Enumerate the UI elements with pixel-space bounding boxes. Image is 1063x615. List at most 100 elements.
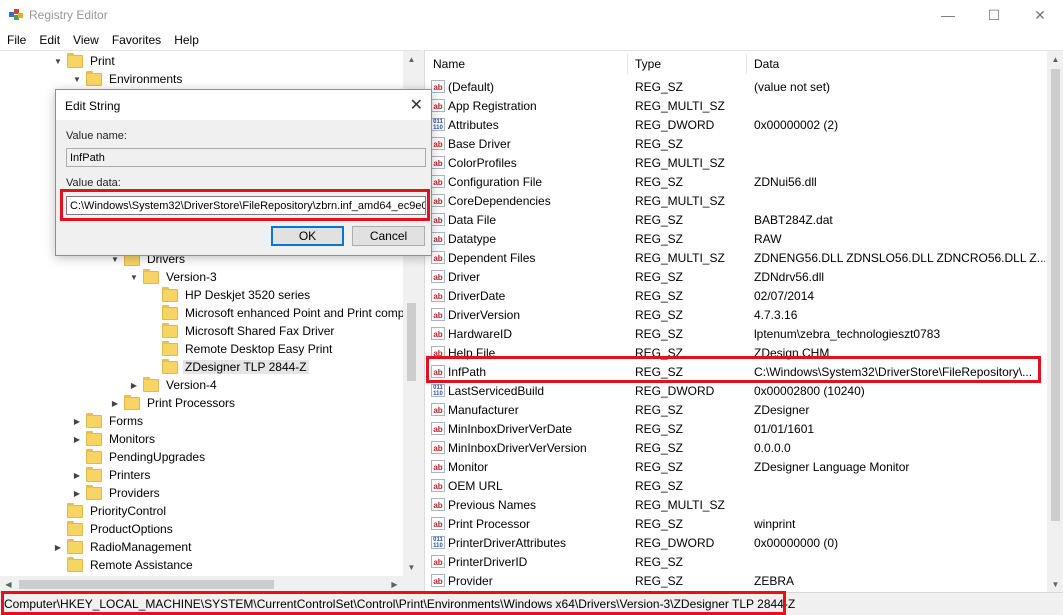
- tree-node[interactable]: ProductOptions: [53, 520, 175, 538]
- scroll-down-arrow-icon[interactable]: ▼: [403, 559, 420, 576]
- tree-node[interactable]: HP Deskjet 3520 series: [148, 286, 312, 304]
- menu-view[interactable]: View: [66, 33, 105, 47]
- chevron-right-icon[interactable]: ▶: [129, 380, 139, 390]
- close-button[interactable]: ✕: [1017, 0, 1063, 30]
- tree-node[interactable]: ▶ Printers: [72, 466, 152, 484]
- chevron-right-icon[interactable]: ▶: [72, 434, 82, 444]
- tree-node[interactable]: ▶ Version-4: [129, 376, 219, 394]
- value-row[interactable]: ab Manufacturer REG_SZ ZDesigner: [425, 400, 1049, 419]
- value-row[interactable]: 011 110 LastServicedBuild REG_DWORD 0x000028…: [425, 381, 1049, 400]
- tree-node[interactable]: ▶ Monitors: [72, 430, 157, 448]
- tree-node[interactable]: ▼ Version-3: [129, 268, 219, 286]
- column-header-data[interactable]: Data: [746, 54, 1046, 74]
- value-row[interactable]: ab Monitor REG_SZ ZDesigner Language Monito…: [425, 457, 1049, 476]
- value-row[interactable]: ab (Default) REG_SZ (value not set): [425, 77, 1049, 96]
- menu-file[interactable]: File: [0, 33, 32, 47]
- value-row[interactable]: ab Driver REG_SZ ZDNdrv56.dll: [425, 267, 1049, 286]
- value-name: App Registration: [448, 98, 537, 113]
- value-row[interactable]: ab Previous Names REG_MULTI_SZ: [425, 495, 1049, 514]
- menu-help[interactable]: Help: [167, 33, 205, 47]
- scroll-down-arrow-icon[interactable]: ▼: [1047, 576, 1063, 592]
- chevron-down-icon[interactable]: ▼: [129, 272, 139, 282]
- chevron-right-icon[interactable]: ▶: [72, 416, 82, 426]
- tree-node[interactable]: Remote Assistance: [53, 556, 195, 574]
- chevron-down-icon[interactable]: ▼: [53, 56, 63, 66]
- tree-node[interactable]: ZDesigner TLP 2844-Z: [148, 358, 309, 376]
- ok-button[interactable]: OK: [271, 226, 344, 246]
- tree-node[interactable]: ▼ Print: [53, 52, 117, 70]
- scroll-left-arrow-icon[interactable]: ◀: [0, 576, 17, 592]
- tree-node[interactable]: ▶ Print Processors: [110, 394, 237, 412]
- tree-node[interactable]: PendingUpgrades: [72, 448, 207, 466]
- scroll-up-arrow-icon[interactable]: ▲: [403, 51, 420, 68]
- tree-node[interactable]: ▶ Forms: [72, 412, 145, 430]
- tree-node[interactable]: PriorityControl: [53, 502, 168, 520]
- chevron-right-icon[interactable]: ▶: [72, 470, 82, 480]
- string-value-icon: ab: [431, 498, 445, 511]
- values-pane[interactable]: Name Type Data ab (Default) REG_SZ (value n…: [424, 50, 1063, 592]
- value-row[interactable]: ab ColorProfiles REG_MULTI_SZ: [425, 153, 1049, 172]
- maximize-button[interactable]: ☐: [971, 0, 1017, 30]
- value-row[interactable]: ab Help File REG_SZ ZDesign.CHM: [425, 343, 1049, 362]
- menu-edit[interactable]: Edit: [32, 33, 66, 47]
- value-row[interactable]: ab DriverVersion REG_SZ 4.7.3.16: [425, 305, 1049, 324]
- values-scroll-thumb[interactable]: [1051, 69, 1060, 521]
- tree-node[interactable]: ▶ Providers: [72, 484, 162, 502]
- chevron-down-icon[interactable]: ▼: [72, 74, 82, 84]
- value-row[interactable]: 011 110 Attributes REG_DWORD 0x00000002 (2): [425, 115, 1049, 134]
- value-type: REG_SZ: [635, 307, 684, 322]
- tree-node[interactable]: Microsoft Shared Fax Driver: [148, 322, 336, 340]
- value-row[interactable]: ab DriverDate REG_SZ 02/07/2014: [425, 286, 1049, 305]
- minimize-button[interactable]: —: [925, 0, 971, 30]
- folder-icon: [86, 430, 102, 446]
- value-row[interactable]: ab PrinterDriverID REG_SZ: [425, 552, 1049, 571]
- chevron-right-icon[interactable]: ▶: [53, 542, 63, 552]
- value-name-cell: ab DriverDate: [431, 286, 625, 305]
- value-row[interactable]: ab CoreDependencies REG_MULTI_SZ: [425, 191, 1049, 210]
- chevron-right-icon[interactable]: ▶: [72, 488, 82, 498]
- value-row[interactable]: ab Print Processor REG_SZ winprint: [425, 514, 1049, 533]
- value-data: ZEBRA: [754, 573, 795, 588]
- tree-horizontal-scrollbar[interactable]: ◀ ▶: [0, 576, 420, 592]
- value-row[interactable]: ab Base Driver REG_SZ: [425, 134, 1049, 153]
- value-row[interactable]: ab App Registration REG_MULTI_SZ: [425, 96, 1049, 115]
- value-row[interactable]: ab HardwareID REG_SZ lptenum\zebra_technolo…: [425, 324, 1049, 343]
- value-row[interactable]: ab MinInboxDriverVerVersion REG_SZ 0.0.0.0: [425, 438, 1049, 457]
- value-type: REG_SZ: [635, 288, 684, 303]
- string-value-icon: ab: [431, 137, 445, 150]
- value-data: lptenum\zebra_technologieszt0783: [754, 326, 941, 341]
- value-row[interactable]: ab Configuration File REG_SZ ZDNui56.dll: [425, 172, 1049, 191]
- value-row[interactable]: ab InfPath REG_SZ C:\Windows\System32\Drive…: [425, 362, 1049, 381]
- column-header-type[interactable]: Type: [627, 54, 745, 74]
- tree-scroll-thumb[interactable]: [407, 303, 416, 381]
- value-type: REG_SZ: [635, 212, 684, 227]
- tree-node[interactable]: Remote Desktop Easy Print: [148, 340, 334, 358]
- value-row[interactable]: ab Provider REG_SZ ZEBRA: [425, 571, 1049, 590]
- status-bar: Computer\HKEY_LOCAL_MACHINE\SYSTEM\Curre…: [0, 592, 1063, 615]
- value-data: 4.7.3.16: [754, 307, 798, 322]
- dialog-body: Value name: InfPath Value data: C:\Windo…: [56, 120, 431, 255]
- value-row[interactable]: ab Data File REG_SZ BABT284Z.dat: [425, 210, 1049, 229]
- value-row[interactable]: ab Datatype REG_SZ RAW: [425, 229, 1049, 248]
- cancel-button[interactable]: Cancel: [352, 226, 425, 246]
- value-name-cell: ab Driver: [431, 267, 625, 286]
- value-row[interactable]: ab MinInboxDriverVerDate REG_SZ 01/01/1601: [425, 419, 1049, 438]
- tree-hscroll-thumb[interactable]: [19, 580, 274, 589]
- value-data: 0x00002800 (10240): [754, 383, 865, 398]
- value-data-input[interactable]: C:\Windows\System32\DriverStore\FileRepo…: [66, 196, 426, 215]
- column-header-name[interactable]: Name: [425, 54, 625, 74]
- dialog-close-icon[interactable]: ✕: [410, 95, 423, 115]
- tree-node[interactable]: Microsoft enhanced Point and Print compa: [148, 304, 413, 322]
- tree-node[interactable]: ▼ Environments: [72, 70, 184, 88]
- tree-node-label: Version-4: [166, 378, 217, 392]
- value-row[interactable]: 011 110 PrinterDriverAttributes REG_DWORD 0x…: [425, 533, 1049, 552]
- values-vertical-scrollbar[interactable]: ▲ ▼: [1047, 51, 1063, 592]
- value-row[interactable]: ab OEM URL REG_SZ: [425, 476, 1049, 495]
- value-row[interactable]: ab Dependent Files REG_MULTI_SZ ZDNENG56.DL…: [425, 248, 1049, 267]
- tree-node[interactable]: ▶ RadioManagement: [53, 538, 193, 556]
- chevron-right-icon[interactable]: ▶: [110, 398, 120, 408]
- menu-favorites[interactable]: Favorites: [105, 33, 167, 47]
- value-type: REG_SZ: [635, 79, 684, 94]
- scroll-up-arrow-icon[interactable]: ▲: [1047, 51, 1063, 68]
- scroll-right-arrow-icon[interactable]: ▶: [386, 576, 403, 592]
